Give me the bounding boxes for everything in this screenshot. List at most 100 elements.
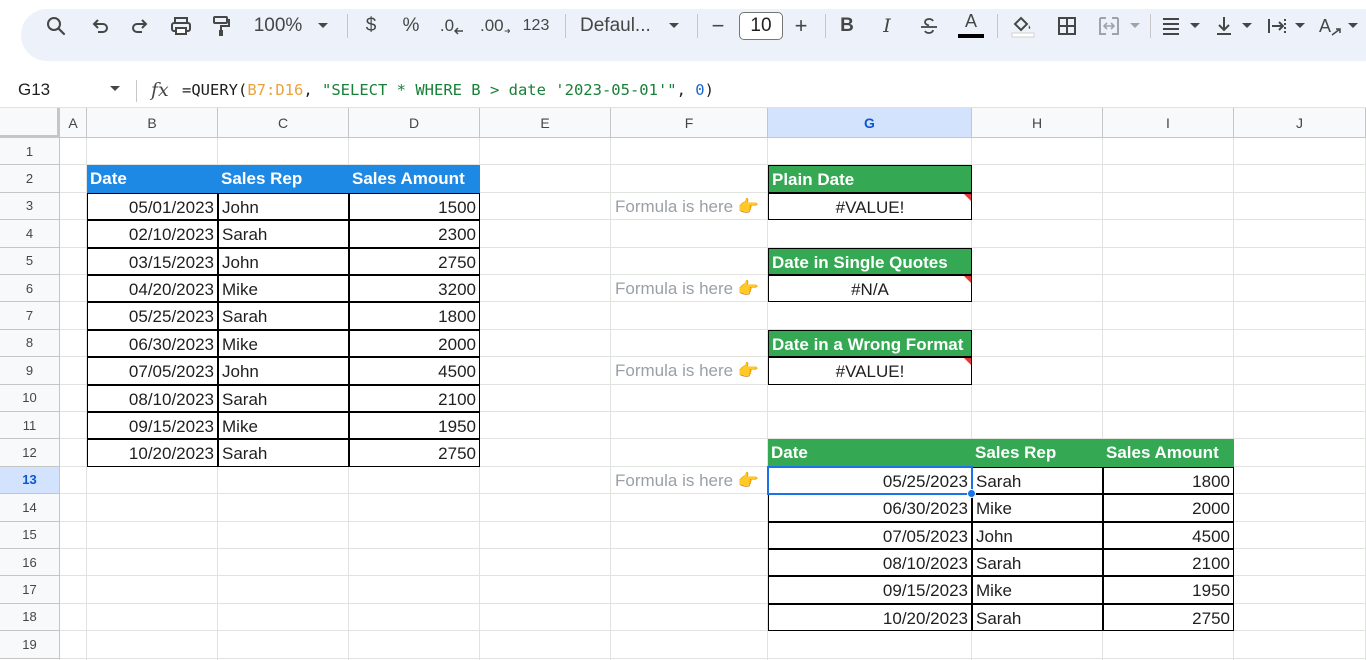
result-table-cell[interactable]: 09/15/2023 [768,576,972,604]
source-table-cell[interactable]: 05/01/2023 [87,192,218,221]
source-table-cell[interactable]: 2000 [349,329,480,358]
source-table-cell[interactable]: 05/25/2023 [87,302,218,330]
source-table-cell[interactable]: 2100 [349,384,480,412]
result-table-cell[interactable]: 2000 [1103,494,1234,522]
name-box[interactable]: G13 [18,80,50,100]
source-table-cell[interactable]: 04/20/2023 [87,275,218,303]
row-header-6[interactable]: 6 [0,275,60,303]
source-table-cell[interactable]: John [218,357,349,385]
row-header-16[interactable]: 16 [0,549,60,577]
chevron-down-icon[interactable] [109,85,121,93]
source-table-cell[interactable]: 4500 [349,357,480,385]
spreadsheet-grid[interactable]: A B C D E F G H I J 1 2 3 4 5 6 7 8 9 10 11 12 13 14 15 16 17 18 19 D… [0,108,1366,660]
column-header-b[interactable]: B [87,108,218,138]
undo-icon[interactable] [86,0,114,52]
source-table-cell[interactable]: 02/10/2023 [87,220,218,248]
decrease-decimals-button[interactable]: .0 [438,0,466,52]
source-table-cell[interactable]: 10/20/2023 [87,439,218,467]
chevron-down-icon[interactable] [665,0,683,52]
text-wrap-icon[interactable] [1264,0,1290,52]
font-family-select[interactable]: Defaul... [580,0,655,52]
text-rotation-button[interactable]: A [1316,0,1344,52]
result-table-cell[interactable]: 06/30/2023 [768,494,972,522]
source-table-cell[interactable]: 2750 [349,247,480,275]
search-icon[interactable] [42,0,70,52]
vertical-align-icon[interactable] [1211,0,1237,52]
row-header-15[interactable]: 15 [0,521,60,549]
source-table-cell[interactable]: Mike [218,412,349,440]
row-header-10[interactable]: 10 [0,384,60,412]
column-header-a[interactable]: A [60,108,87,138]
row-header-7[interactable]: 7 [0,302,60,330]
result-table-cell[interactable]: Mike [972,494,1103,522]
increase-decimals-button[interactable]: .00 [480,0,510,52]
strikethrough-icon[interactable] [916,0,942,52]
text-color-button[interactable]: A [957,0,985,52]
column-header-j[interactable]: J [1234,108,1366,138]
select-all-corner[interactable] [0,108,60,138]
result-table-cell[interactable]: Mike [972,576,1103,604]
redo-icon[interactable] [126,0,154,52]
result-table-cell[interactable]: 07/05/2023 [768,521,972,549]
bold-button[interactable]: B [835,0,859,52]
chevron-down-icon[interactable] [1239,0,1255,52]
source-table-cell[interactable]: John [218,247,349,275]
row-header-17[interactable]: 17 [0,576,60,604]
chevron-down-icon[interactable] [314,0,332,52]
example-result-cell[interactable]: #N/A [768,275,972,303]
column-header-h[interactable]: H [972,108,1103,138]
font-size-input[interactable]: 10 [739,12,783,40]
row-header-13[interactable]: 13 [0,466,60,495]
formula-input[interactable]: =QUERY(B7:D16, "SELECT * WHERE B > date … [182,81,714,99]
source-table-cell[interactable]: 1800 [349,302,480,330]
source-table-cell[interactable]: John [218,192,349,221]
source-table-cell[interactable]: 1950 [349,412,480,440]
increase-font-size-button[interactable]: + [789,0,813,52]
row-header-14[interactable]: 14 [0,494,60,522]
result-table-cell[interactable]: Sarah [972,603,1103,632]
column-header-e[interactable]: E [480,108,611,138]
column-header-g[interactable]: G [768,108,972,138]
zoom-select[interactable]: 100% [248,0,308,52]
source-table-cell[interactable]: Mike [218,329,349,358]
source-table-cell[interactable]: 03/15/2023 [87,247,218,275]
source-table-cell[interactable]: 06/30/2023 [87,329,218,358]
result-table-cell[interactable]: 05/25/2023 [768,466,972,495]
print-icon[interactable] [167,0,195,52]
source-table-cell[interactable]: Mike [218,275,349,303]
column-header-f[interactable]: F [611,108,768,138]
result-table-cell[interactable]: 4500 [1103,521,1234,549]
result-table-cell[interactable]: Sarah [972,466,1103,495]
row-header-19[interactable]: 19 [0,631,60,659]
row-header-2[interactable]: 2 [0,165,60,193]
source-table-cell[interactable]: 07/05/2023 [87,357,218,385]
row-header-3[interactable]: 3 [0,192,60,221]
row-header-5[interactable]: 5 [0,247,60,275]
row-header-9[interactable]: 9 [0,357,60,385]
percent-format-button[interactable]: % [399,0,423,52]
source-table-cell[interactable]: Sarah [218,384,349,412]
row-header-1[interactable]: 1 [0,138,60,166]
merge-cells-icon[interactable] [1094,0,1124,52]
decrease-font-size-button[interactable]: − [706,0,730,52]
result-table-cell[interactable]: 2750 [1103,603,1234,632]
paint-format-icon[interactable] [207,0,235,52]
result-table-cell[interactable]: 2100 [1103,549,1234,577]
source-table-cell[interactable]: Sarah [218,302,349,330]
row-header-8[interactable]: 8 [0,329,60,358]
column-header-d[interactable]: D [349,108,480,138]
fill-color-icon[interactable] [1008,0,1038,52]
source-table-cell[interactable]: 08/10/2023 [87,384,218,412]
chevron-down-icon[interactable] [1292,0,1308,52]
example-result-cell[interactable]: #VALUE! [768,192,972,221]
result-table-cell[interactable]: 10/20/2023 [768,603,972,632]
italic-button[interactable]: I [875,0,899,52]
result-table-cell[interactable]: Sarah [972,549,1103,577]
result-table-cell[interactable]: 1800 [1103,466,1234,495]
row-header-4[interactable]: 4 [0,220,60,248]
result-table-cell[interactable]: 08/10/2023 [768,549,972,577]
row-header-18[interactable]: 18 [0,603,60,632]
source-table-cell[interactable]: Sarah [218,220,349,248]
row-header-11[interactable]: 11 [0,412,60,440]
currency-format-button[interactable]: $ [359,0,383,52]
